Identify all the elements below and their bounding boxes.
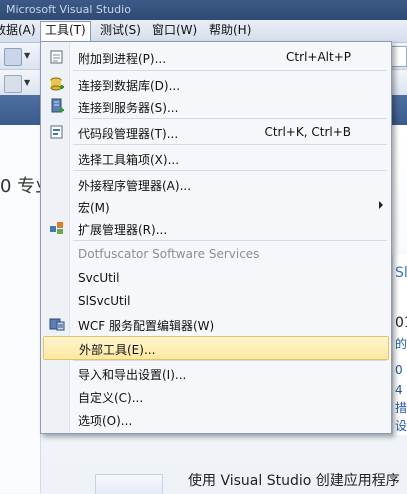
attach-process-icon xyxy=(50,50,63,64)
open-file-icon[interactable] xyxy=(4,48,22,66)
menu-item-import-export-settings[interactable]: 导入和导出设置(I)... xyxy=(43,362,389,384)
menu-item-shortcut: Ctrl+Alt+P xyxy=(286,50,351,64)
menu-separator xyxy=(73,170,387,171)
menu-item-label: SlSvcUtil xyxy=(78,294,131,308)
menu-item-external-tools[interactable]: 外部工具(E)... xyxy=(43,336,389,360)
create-app-link[interactable]: 使用 Visual Studio 创建应用程序 xyxy=(188,470,400,490)
tools-menu: 附加到进程(P)... Ctrl+Alt+P 连接到数据库(D)... 连接到服… xyxy=(40,41,392,434)
menu-item-label: 自定义(C)... xyxy=(78,391,144,405)
menu-item-snippet-manager[interactable]: 代码段管理器(T)... Ctrl+K, Ctrl+B xyxy=(43,121,389,143)
menu-item-label: 导入和导出设置(I)... xyxy=(78,368,187,382)
window-layout-icon[interactable] xyxy=(4,75,22,93)
menu-help[interactable]: 帮助(H) xyxy=(205,22,255,39)
menu-separator xyxy=(73,144,387,145)
chevron-down-icon[interactable]: ▼ xyxy=(24,51,30,60)
chevron-down-icon[interactable]: ▼ xyxy=(24,78,30,87)
menu-item-label: 外部工具(E)... xyxy=(79,343,156,357)
menu-item-addin-manager[interactable]: 外接程序管理器(A)... xyxy=(43,173,389,195)
menu-item-label: 宏(M) xyxy=(78,201,110,215)
right-fragment: 01 xyxy=(395,315,407,331)
menu-item-slsvcutil[interactable]: SlSvcUtil xyxy=(43,290,389,312)
snippet-manager-icon xyxy=(50,125,63,139)
submenu-arrow-icon xyxy=(379,201,383,209)
menu-item-label: 附加到进程(P)... xyxy=(78,52,167,66)
menu-item-connect-database[interactable]: 连接到数据库(D)... xyxy=(43,73,389,95)
menu-item-label: Dotfuscator Software Services xyxy=(78,247,260,261)
menu-item-macros[interactable]: 宏(M) xyxy=(43,195,389,217)
connect-database-icon xyxy=(50,77,64,91)
menu-bar: 数据(A) 工具(T) 测试(S) 窗口(W) 帮助(H) xyxy=(0,20,407,43)
title-bar: Microsoft Visual Studio xyxy=(0,0,407,20)
menu-item-options[interactable]: 选项(O)... xyxy=(43,408,389,430)
menu-separator xyxy=(73,118,387,119)
start-page-right-column: Sl 01 的新 0 $ 4 个 措功 设置 xyxy=(392,255,407,435)
right-fragment[interactable]: 措功 xyxy=(395,399,407,416)
menu-separator xyxy=(73,240,387,241)
menu-item-shortcut: Ctrl+K, Ctrl+B xyxy=(264,125,351,139)
right-fragment: Sl xyxy=(395,265,407,281)
menu-item-label: 代码段管理器(T)... xyxy=(78,127,179,141)
menu-item-label: 外接程序管理器(A)... xyxy=(78,179,192,193)
menu-item-label: 选择工具箱项(X)... xyxy=(78,153,180,167)
menu-item-svcutil[interactable]: SvcUtil xyxy=(43,267,389,289)
menu-item-dotfuscator: Dotfuscator Software Services xyxy=(43,243,389,265)
menu-item-extension-manager[interactable]: 扩展管理器(R)... xyxy=(43,217,389,239)
menu-separator xyxy=(73,360,387,361)
menu-item-label: 连接到数据库(D)... xyxy=(78,79,181,93)
create-app-icon xyxy=(95,474,163,494)
wcf-config-icon xyxy=(49,318,65,331)
menu-tools[interactable]: 工具(T) xyxy=(40,21,91,41)
connect-server-icon xyxy=(51,98,64,113)
menu-item-label: WCF 服务配置编辑器(W) xyxy=(78,319,215,333)
right-fragment[interactable]: 设置 xyxy=(395,417,407,434)
menu-item-choose-toolbox-items[interactable]: 选择工具箱项(X)... xyxy=(43,147,389,169)
menu-item-label: 选项(O)... xyxy=(78,414,133,428)
right-fragment[interactable]: 4 个 xyxy=(395,381,407,398)
menu-item-connect-server[interactable]: 连接到服务器(S)... xyxy=(43,95,389,117)
menu-separator xyxy=(73,70,387,71)
menu-window[interactable]: 窗口(W) xyxy=(148,22,201,39)
right-fragment[interactable]: 的新 xyxy=(395,335,407,352)
extension-manager-icon xyxy=(50,222,63,234)
menu-data[interactable]: 数据(A) xyxy=(0,22,40,39)
menu-item-label: 扩展管理器(R)... xyxy=(78,223,168,237)
right-fragment[interactable]: 0 $ xyxy=(395,363,407,377)
menu-item-label: 连接到服务器(S)... xyxy=(78,101,179,115)
menu-item-customize[interactable]: 自定义(C)... xyxy=(43,385,389,407)
window-title: Microsoft Visual Studio xyxy=(6,3,131,16)
menu-item-attach-to-process[interactable]: 附加到进程(P)... Ctrl+Alt+P xyxy=(43,46,389,68)
menu-item-label: SvcUtil xyxy=(78,271,120,285)
menu-item-wcf-config-editor[interactable]: WCF 服务配置编辑器(W) xyxy=(43,313,389,335)
menu-test[interactable]: 测试(S) xyxy=(96,22,145,39)
